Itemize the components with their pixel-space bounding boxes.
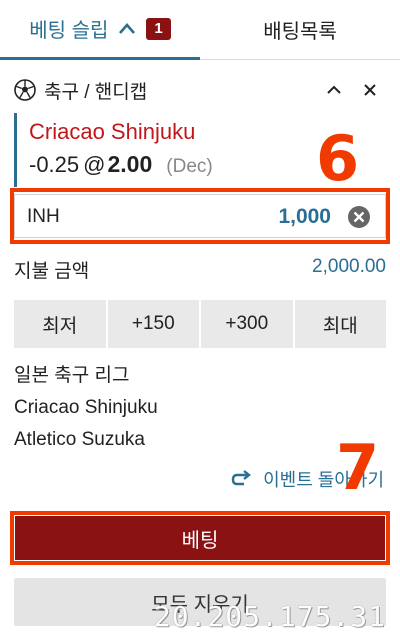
remove-selection-button[interactable] — [358, 78, 382, 102]
selection-header: 축구 / 핸디캡 — [14, 76, 386, 104]
step-annotation-7: 7 — [336, 431, 380, 504]
selection-details: Criacao Shinjuku -0.25 @ 2.00 (Dec) — [14, 113, 213, 187]
betslip-tabs: 베팅 슬립 1 배팅목록 — [0, 0, 400, 60]
place-bet-button[interactable]: 베팅 — [15, 516, 385, 560]
handicap-value: -0.25 — [29, 152, 80, 177]
stake-plus300-button[interactable]: +300 — [201, 300, 295, 348]
odds-price: 2.00 — [107, 151, 153, 177]
clear-stake-icon[interactable] — [347, 205, 371, 229]
soccer-ball-icon — [14, 79, 36, 101]
payout-row: 지불 금액 2,000.00 — [14, 256, 386, 283]
odds-line: -0.25 @ 2.00 (Dec) — [29, 151, 213, 178]
stake-input[interactable]: INH 1,000 — [14, 194, 386, 238]
odds-format: (Dec) — [166, 156, 213, 177]
stake-plus150-button[interactable]: +150 — [108, 300, 201, 348]
betslip-count-badge: 1 — [146, 17, 171, 40]
selected-team: Criacao Shinjuku — [29, 119, 196, 144]
tab-betslip[interactable]: 베팅 슬립 1 — [0, 0, 200, 60]
at-symbol: @ — [83, 152, 106, 177]
payout-value: 2,000.00 — [312, 256, 386, 277]
quick-stake-buttons: 최저 +150 +300 최대 — [14, 300, 386, 348]
tab-bet-history[interactable]: 배팅목록 — [200, 0, 400, 60]
step-annotation-6: 6 — [316, 122, 360, 195]
stake-min-button[interactable]: 최저 — [14, 300, 108, 348]
tab-betslip-label: 베팅 슬립 — [29, 20, 109, 42]
collapse-button[interactable] — [322, 78, 346, 102]
league-name: 일본 축구 리그 — [14, 365, 130, 386]
stake-amount[interactable]: 1,000 — [278, 205, 331, 229]
ip-watermark: 20.205.175.31 — [153, 600, 386, 633]
home-team: Criacao Shinjuku — [14, 397, 158, 418]
away-team: Atletico Suzuka — [14, 429, 145, 450]
chevron-up-icon — [327, 85, 341, 94]
chevron-up-icon[interactable] — [118, 20, 136, 38]
close-icon — [364, 84, 376, 96]
sport-market-label: 축구 / 핸디캡 — [44, 81, 148, 103]
payout-label: 지불 금액 — [14, 261, 90, 282]
event-info: 일본 축구 리그 Criacao Shinjuku Atletico Suzuk… — [14, 360, 158, 456]
stake-currency: INH — [27, 206, 60, 227]
stake-max-button[interactable]: 최대 — [295, 300, 387, 348]
tab-bet-history-label: 배팅목록 — [263, 21, 337, 43]
return-arrow-icon — [231, 470, 251, 486]
